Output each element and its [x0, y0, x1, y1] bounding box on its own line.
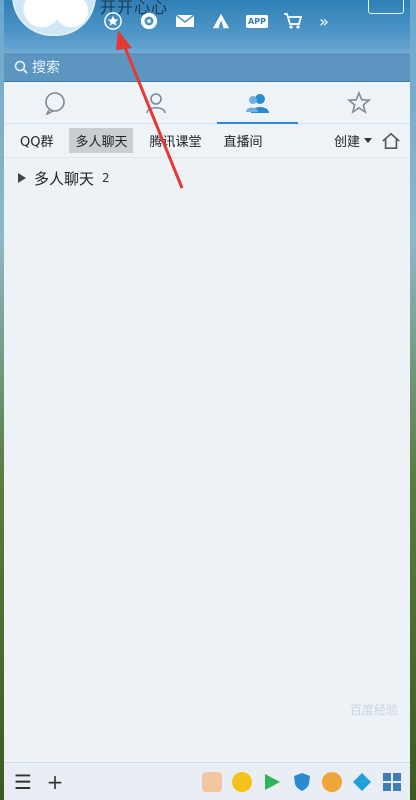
subtab-live-room[interactable]: 直播间 [218, 128, 269, 153]
subtab-qq-group[interactable]: QQ群 [14, 128, 59, 153]
qq-main-panel: 开开心心 APP » 搜索 QQ群 多人聊天 腾讯课堂 直播间 创建 多人聊天 … [4, 0, 410, 800]
menu-icon[interactable]: ☰ [12, 770, 34, 794]
circle-green-icon[interactable] [232, 771, 252, 792]
search-bar[interactable]: 搜索 [4, 52, 410, 82]
tab-favorites[interactable] [309, 82, 411, 123]
favorite-icon [347, 90, 372, 114]
window-control-button[interactable] [368, 0, 404, 14]
tab-contacts[interactable] [106, 82, 208, 123]
tent-icon[interactable] [210, 10, 232, 32]
home-icon[interactable] [382, 132, 400, 150]
header-toolbar: APP » [102, 10, 330, 32]
subtab-multi-chat[interactable]: 多人聊天 [69, 128, 134, 153]
create-dropdown[interactable]: 创建 [334, 131, 372, 150]
subtab-tencent-classroom[interactable]: 腾讯课堂 [143, 128, 207, 153]
star-icon[interactable] [102, 10, 124, 32]
grid-icon[interactable] [382, 772, 402, 792]
mail-icon[interactable] [174, 10, 196, 32]
more-icon[interactable]: » [318, 10, 330, 32]
app-icon[interactable]: APP [246, 10, 268, 32]
group-count: 2 [102, 171, 110, 185]
tab-messages[interactable] [4, 82, 106, 123]
search-icon [14, 60, 28, 74]
game-icon[interactable] [202, 771, 222, 792]
message-icon [44, 91, 65, 115]
main-tabs [4, 82, 410, 124]
contact-icon [146, 92, 167, 113]
search-placeholder: 搜索 [32, 60, 60, 76]
expand-triangle-icon [18, 173, 26, 183]
cart-icon[interactable] [282, 10, 304, 32]
group-icon [245, 93, 269, 113]
chevron-down-icon [364, 137, 372, 143]
watermark: 百度经验 [349, 703, 398, 717]
tab-groups[interactable] [207, 82, 309, 124]
bottom-toolbar: ☰ + [4, 762, 410, 800]
header: 开开心心 APP » [4, 0, 410, 52]
group-label: 多人聊天 [34, 169, 95, 188]
qzone-icon[interactable] [138, 10, 160, 32]
shield-icon[interactable] [292, 772, 312, 792]
sub-tabs: QQ群 多人聊天 腾讯课堂 直播间 创建 [4, 124, 410, 158]
group-list: 多人聊天 2 百度经验 [4, 158, 410, 762]
avatar[interactable] [12, 0, 96, 36]
dog-icon[interactable] [322, 771, 342, 792]
right-edge-decoration [410, 0, 416, 800]
create-label: 创建 [333, 135, 360, 150]
play-icon[interactable] [262, 772, 282, 792]
add-icon[interactable]: + [44, 770, 66, 794]
list-group-multi-chat[interactable]: 多人聊天 2 [4, 166, 410, 190]
diamond-icon[interactable] [352, 772, 372, 792]
